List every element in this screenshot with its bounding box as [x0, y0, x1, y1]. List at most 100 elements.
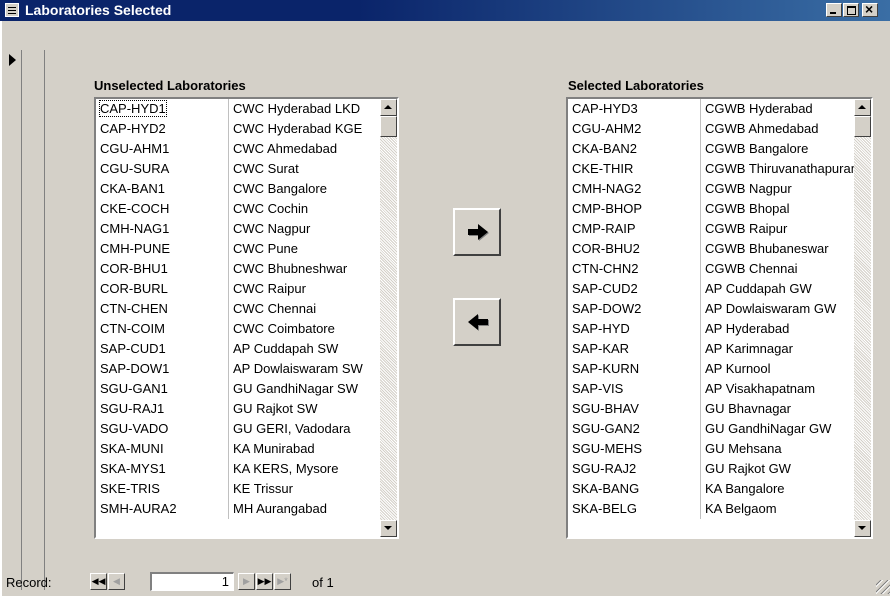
close-button[interactable] — [862, 1, 878, 17]
selected-scrollbar[interactable] — [854, 99, 871, 537]
unselected-scrollbar[interactable] — [380, 99, 397, 537]
scroll-thumb[interactable] — [854, 116, 871, 137]
list-item[interactable]: CMP-RAIP CGWB Raipur — [568, 219, 854, 239]
unselected-list[interactable]: CAP-HYD1 CWC Hyderabad LKD CAP-HYD2 CWC Hyd… — [96, 99, 380, 537]
list-item[interactable]: SGU-GAN2 GU GandhiNagar GW — [568, 419, 854, 439]
lab-name: MH Aurangabad — [233, 501, 327, 516]
lab-code-text: CTN-COIM — [100, 321, 165, 336]
list-item[interactable]: SKA-MUNI KA Munirabad — [96, 439, 380, 459]
lab-code: CGU-SURA — [96, 159, 229, 179]
resize-grip[interactable] — [876, 580, 890, 594]
lab-code-text: SAP-CUD1 — [100, 341, 166, 356]
lab-code: CKA-BAN2 — [568, 139, 701, 159]
list-item[interactable]: CKE-COCH CWC Cochin — [96, 199, 380, 219]
lab-code: SAP-DOW1 — [96, 359, 229, 379]
list-item[interactable]: CTN-CHEN CWC Chennai — [96, 299, 380, 319]
lab-name: GU Bhavnagar — [705, 401, 791, 416]
move-left-button[interactable] — [453, 298, 501, 346]
lab-code: CMP-BHOP — [568, 199, 701, 219]
next-record-button[interactable]: ▶ — [238, 573, 255, 590]
list-item[interactable]: SAP-KAR AP Karimnagar — [568, 339, 854, 359]
lab-name: GU GandhiNagar GW — [705, 421, 832, 436]
unselected-listbox[interactable]: CAP-HYD1 CWC Hyderabad LKD CAP-HYD2 CWC Hyd… — [94, 97, 399, 539]
lab-name: AP Hyderabad — [705, 321, 790, 336]
lab-code-text: SAP-HYD — [572, 321, 630, 336]
scroll-down-button[interactable] — [854, 520, 871, 537]
list-item[interactable]: SKA-BANG KA Bangalore — [568, 479, 854, 499]
list-item[interactable]: CKE-THIR CGWB Thiruvanathapuram — [568, 159, 854, 179]
list-item[interactable]: SGU-RAJ1 GU Rajkot SW — [96, 399, 380, 419]
lab-code: SMH-AURA2 — [96, 499, 229, 519]
previous-record-button[interactable]: ◀ — [108, 573, 125, 590]
scroll-thumb[interactable] — [380, 116, 397, 137]
list-item[interactable]: SGU-GAN1 GU GandhiNagar SW — [96, 379, 380, 399]
selected-listbox[interactable]: CAP-HYD3 CGWB Hyderabad CGU-AHM2 CGWB Ahmed… — [566, 97, 873, 539]
lab-code-text: CTN-CHN2 — [572, 261, 639, 276]
record-number-input[interactable]: 1 — [150, 572, 234, 591]
list-item[interactable]: SAP-KURN AP Kurnool — [568, 359, 854, 379]
arrow-right-icon — [468, 224, 489, 241]
list-item[interactable]: SAP-DOW2 AP Dowlaiswaram GW — [568, 299, 854, 319]
list-item[interactable]: COR-BHU2 CGWB Bhubaneswar — [568, 239, 854, 259]
selected-list[interactable]: CAP-HYD3 CGWB Hyderabad CGU-AHM2 CGWB Ahmed… — [568, 99, 854, 537]
lab-code: SAP-DOW2 — [568, 299, 701, 319]
list-item[interactable]: SAP-HYD AP Hyderabad — [568, 319, 854, 339]
minimize-button[interactable] — [826, 3, 842, 17]
list-item[interactable]: SKE-TRIS KE Trissur — [96, 479, 380, 499]
lab-code-text: SKA-BELG — [572, 501, 638, 516]
list-item[interactable]: CAP-HYD1 CWC Hyderabad LKD — [96, 99, 380, 119]
title-bar[interactable]: Laboratories Selected — [0, 0, 890, 21]
list-item[interactable]: CMH-NAG2 CGWB Nagpur — [568, 179, 854, 199]
list-item[interactable]: CTN-CHN2 CGWB Chennai — [568, 259, 854, 279]
list-item[interactable]: SGU-BHAV GU Bhavnagar — [568, 399, 854, 419]
lab-name: CWC Chennai — [233, 301, 317, 316]
lab-name: CWC Bhubneshwar — [233, 261, 348, 276]
list-item[interactable]: COR-BURL CWC Raipur — [96, 279, 380, 299]
list-item[interactable]: SKA-MYS1 KA KERS, Mysore — [96, 459, 380, 479]
list-item[interactable]: CMP-BHOP CGWB Bhopal — [568, 199, 854, 219]
lab-code-text: CMH-PUNE — [100, 241, 171, 256]
form-icon[interactable] — [5, 3, 19, 17]
record-selector[interactable] — [4, 50, 22, 590]
list-item[interactable]: SGU-RAJ2 GU Rajkot GW — [568, 459, 854, 479]
list-item[interactable]: CMH-NAG1 CWC Nagpur — [96, 219, 380, 239]
list-item[interactable]: SGU-MEHS GU Mehsana — [568, 439, 854, 459]
list-item[interactable]: COR-BHU1 CWC Bhubneshwar — [96, 259, 380, 279]
list-item[interactable]: SMH-AURA2 MH Aurangabad — [96, 499, 380, 519]
list-item[interactable]: CKA-BAN2 CGWB Bangalore — [568, 139, 854, 159]
list-item[interactable]: SAP-VIS AP Visakhapatnam — [568, 379, 854, 399]
list-item[interactable]: CGU-AHM2 CGWB Ahmedabad — [568, 119, 854, 139]
list-item[interactable]: SAP-CUD1 AP Cuddapah SW — [96, 339, 380, 359]
list-item[interactable]: SKA-BELG KA Belgaom — [568, 499, 854, 519]
last-record-button[interactable]: ▶▶ — [256, 573, 273, 590]
lab-name: CGWB Nagpur — [705, 181, 792, 196]
list-item[interactable]: SAP-DOW1 AP Dowlaiswaram SW — [96, 359, 380, 379]
lab-code-text: CKE-COCH — [100, 201, 170, 216]
current-record-indicator[interactable] — [4, 50, 21, 70]
scroll-up-button[interactable] — [380, 99, 397, 116]
move-right-button[interactable] — [453, 208, 501, 256]
list-item[interactable]: CGU-AHM1 CWC Ahmedabad — [96, 139, 380, 159]
maximize-button[interactable] — [843, 3, 859, 17]
lab-code: SAP-CUD1 — [96, 339, 229, 359]
scroll-down-button[interactable] — [380, 520, 397, 537]
list-item[interactable]: CTN-COIM CWC Coimbatore — [96, 319, 380, 339]
lab-name: CWC Pune — [233, 241, 299, 256]
lab-name: CWC Hyderabad KGE — [233, 121, 363, 136]
list-item[interactable]: CGU-SURA CWC Surat — [96, 159, 380, 179]
list-item[interactable]: CAP-HYD3 CGWB Hyderabad — [568, 99, 854, 119]
list-item[interactable]: SGU-VADO GU GERI, Vadodara — [96, 419, 380, 439]
scroll-up-button[interactable] — [854, 99, 871, 116]
lab-code-text: SAP-KAR — [572, 341, 630, 356]
new-record-button[interactable]: ▶* — [274, 573, 291, 590]
record-pointer-icon — [9, 54, 16, 66]
lab-code-text: CMP-RAIP — [572, 221, 636, 236]
first-record-button[interactable]: ◀◀ — [90, 573, 107, 590]
list-item[interactable]: SAP-CUD2 AP Cuddapah GW — [568, 279, 854, 299]
list-item[interactable]: CAP-HYD2 CWC Hyderabad KGE — [96, 119, 380, 139]
list-item[interactable]: CKA-BAN1 CWC Bangalore — [96, 179, 380, 199]
list-item[interactable]: CMH-PUNE CWC Pune — [96, 239, 380, 259]
lab-name: CWC Coimbatore — [233, 321, 335, 336]
lab-code: SAP-HYD — [568, 319, 701, 339]
lab-code-text: CAP-HYD2 — [100, 121, 166, 136]
